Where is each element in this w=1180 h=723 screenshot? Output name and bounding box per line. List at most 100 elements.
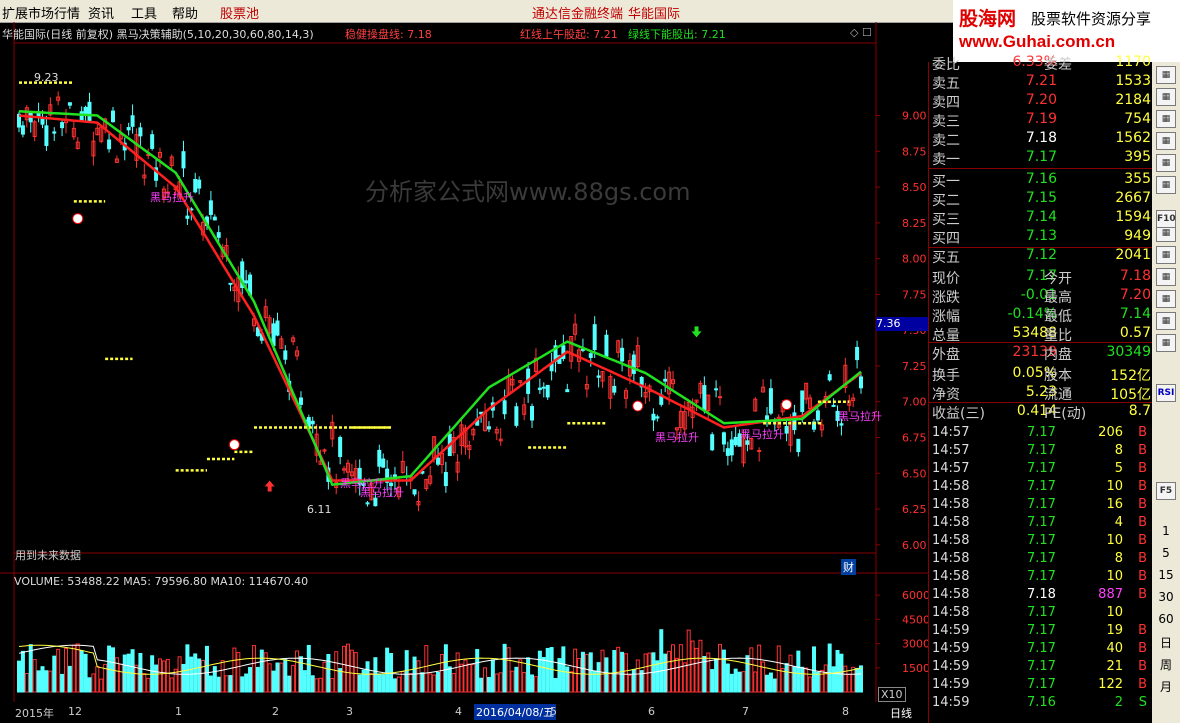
tick-row: 14:58 7.17 10 B bbox=[929, 532, 1153, 550]
menu-item-tools[interactable]: 工具 bbox=[131, 3, 157, 22]
period-label[interactable]: 日线 bbox=[890, 705, 912, 721]
candle-icon[interactable]: ▦ bbox=[1156, 176, 1176, 194]
tick-price: 7.17 bbox=[1027, 461, 1056, 476]
candle-body bbox=[338, 437, 343, 458]
volume-bar bbox=[228, 675, 233, 693]
volume-bar bbox=[533, 676, 538, 693]
kline-chart-area[interactable]: 9.008.758.508.258.007.757.507.257.006.75… bbox=[0, 22, 928, 702]
menu-item-market[interactable]: 扩展市场行情 bbox=[2, 3, 80, 22]
candle-body bbox=[208, 200, 213, 215]
volume-bar bbox=[616, 646, 621, 693]
circle-icon[interactable]: ▦ bbox=[1156, 334, 1176, 352]
stat2-value2: 8.7 bbox=[1128, 403, 1151, 419]
volume-bar bbox=[706, 652, 711, 693]
ask-price: 7.21 bbox=[1025, 73, 1057, 89]
x-label-6: 6 bbox=[648, 705, 655, 718]
doc-icon[interactable]: ▦ bbox=[1156, 290, 1176, 308]
volume-bar bbox=[768, 672, 773, 693]
period-button[interactable]: 周 bbox=[1152, 656, 1180, 673]
candle-body bbox=[714, 388, 719, 391]
volume-bar bbox=[439, 654, 444, 693]
period-button[interactable]: 5 bbox=[1152, 546, 1180, 560]
candle-body bbox=[765, 415, 770, 420]
bid-volume: 2041 bbox=[1115, 247, 1151, 263]
tick-side: B bbox=[1138, 461, 1147, 476]
weicha-label: 委差 bbox=[1044, 57, 1072, 73]
tick-price: 7.17 bbox=[1027, 497, 1056, 512]
tick-volume: 10 bbox=[1106, 605, 1123, 620]
candle-body bbox=[663, 378, 668, 382]
candle-body bbox=[443, 471, 448, 487]
period-button[interactable]: 月 bbox=[1152, 678, 1180, 695]
period-button[interactable]: 1 bbox=[1152, 524, 1180, 538]
tick-time: 14:58 bbox=[932, 605, 970, 620]
bid-row: 买五 7.12 2041 bbox=[929, 246, 1153, 266]
volume-bar bbox=[416, 660, 421, 693]
volume-bar bbox=[314, 678, 319, 693]
volume-bar bbox=[710, 669, 715, 693]
candle-body bbox=[620, 347, 625, 362]
kline-svg[interactable]: 9.008.758.508.258.007.757.507.257.006.75… bbox=[0, 22, 928, 702]
volume-bar bbox=[353, 652, 358, 693]
volume-bar bbox=[467, 663, 472, 693]
volume-bar bbox=[780, 667, 785, 693]
tick-side: B bbox=[1138, 641, 1147, 656]
tick-time: 14:58 bbox=[932, 551, 970, 566]
ask-price: 7.20 bbox=[1025, 92, 1057, 108]
volume-bar bbox=[815, 671, 820, 693]
bid-row: 买一 7.16 355 bbox=[929, 170, 1153, 190]
bars-icon[interactable]: ▦ bbox=[1156, 110, 1176, 128]
line-chart-icon[interactable]: ▦ bbox=[1156, 154, 1176, 172]
volume-bar bbox=[154, 664, 159, 693]
tick-price: 7.17 bbox=[1027, 677, 1056, 692]
menu-item-help[interactable]: 帮助 bbox=[172, 3, 198, 22]
sep-bid-stats bbox=[929, 247, 1153, 248]
candle-body bbox=[20, 125, 25, 135]
f5-button[interactable]: F5 bbox=[1156, 482, 1176, 500]
candle-body bbox=[541, 386, 546, 389]
ma-green-line bbox=[18, 110, 862, 487]
quote-panel: 委比 6.33% 委差 1170 卖五 7.21 1533 卖四 7.20 2184 卖三 7… bbox=[928, 54, 1153, 723]
table-icon[interactable]: ▦ bbox=[1156, 132, 1176, 150]
compare-icon[interactable]: ▦ bbox=[1156, 246, 1176, 264]
period-button[interactable]: 15 bbox=[1152, 568, 1180, 582]
rsi-button[interactable]: RSI bbox=[1156, 384, 1176, 402]
volume-bar bbox=[287, 675, 292, 693]
volume-bar bbox=[165, 658, 170, 693]
volume-bar bbox=[134, 664, 139, 693]
menu-item-news[interactable]: 资讯 bbox=[88, 3, 114, 22]
index-icon[interactable]: ▦ bbox=[1156, 312, 1176, 330]
period-button[interactable]: 30 bbox=[1152, 590, 1180, 604]
volume-bar bbox=[690, 640, 695, 693]
volume-bar bbox=[792, 666, 797, 693]
volume-bar bbox=[197, 658, 202, 693]
ma-red-line bbox=[18, 114, 862, 482]
bid-row: 买三 7.14 1594 bbox=[929, 208, 1153, 228]
future-data-note: 用到未来数据 bbox=[15, 549, 81, 562]
period-button[interactable]: 60 bbox=[1152, 612, 1180, 626]
volume-bar bbox=[79, 650, 84, 693]
volume-bar bbox=[91, 673, 96, 693]
bid-price: 7.14 bbox=[1025, 209, 1057, 225]
grid-icon[interactable]: ▦ bbox=[1156, 66, 1176, 84]
chart-icon[interactable]: ▦ bbox=[1156, 268, 1176, 286]
volume-bar bbox=[604, 657, 609, 693]
volume-bar bbox=[608, 673, 613, 693]
volume-bar bbox=[847, 673, 852, 693]
menu-item-stock-pool[interactable]: 股票池 bbox=[220, 3, 259, 22]
stat2-row: 收益(三) 0.414 PE(动) 8.7 bbox=[929, 402, 1153, 422]
list-icon[interactable]: ▦ bbox=[1156, 88, 1176, 106]
candle-body bbox=[193, 178, 198, 193]
period-button[interactable]: 日 bbox=[1152, 634, 1180, 651]
y-tick-label: 6.75 bbox=[902, 432, 927, 445]
volume-bar bbox=[224, 675, 229, 693]
volume-bar bbox=[831, 666, 836, 693]
stat-value2: 7.20 bbox=[1119, 287, 1151, 303]
stat-label2: 今开 bbox=[1044, 271, 1072, 287]
tick-side: B bbox=[1138, 587, 1147, 602]
chart-options-icon[interactable]: ◇ ☐ bbox=[850, 26, 872, 39]
volume-bar bbox=[208, 675, 213, 693]
caiwu-icon[interactable]: 财 bbox=[841, 559, 856, 575]
f10-button[interactable]: F10 bbox=[1156, 210, 1176, 228]
candle-body bbox=[150, 134, 155, 149]
